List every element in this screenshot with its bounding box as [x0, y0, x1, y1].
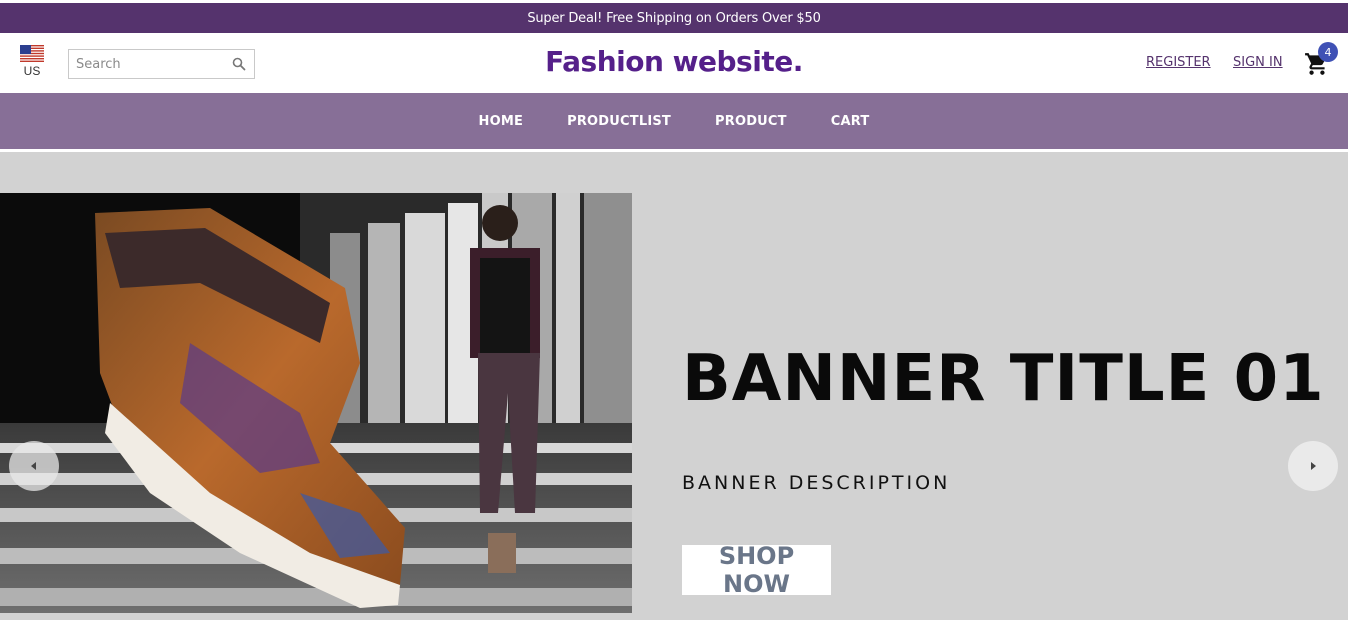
nav-item-product[interactable]: PRODUCT — [715, 114, 787, 129]
sign-in-link[interactable]: SIGN IN — [1233, 55, 1283, 70]
search-input[interactable] — [69, 50, 219, 78]
nav-item-home[interactable]: HOME — [479, 114, 524, 129]
locale-selector[interactable]: US — [18, 45, 46, 78]
carousel-prev-button[interactable] — [9, 441, 59, 491]
nav-item-productlist[interactable]: PRODUCTLIST — [567, 114, 671, 129]
search-box — [68, 49, 255, 79]
main-nav: HOME PRODUCTLIST PRODUCT CART — [0, 93, 1348, 149]
register-link[interactable]: REGISTER — [1146, 55, 1211, 70]
announcement-bar: Super Deal! Free Shipping on Orders Over… — [0, 3, 1348, 33]
site-header: US Fashion website. REGISTER SIGN IN 4 — [0, 33, 1348, 93]
shop-now-button[interactable]: SHOP NOW — [682, 542, 831, 598]
hero-banner: BANNER TITLE 01 BANNER DESCRIPTION SHOP … — [0, 152, 1348, 620]
locale-label: US — [23, 64, 41, 78]
cart-count-badge: 4 — [1318, 42, 1338, 62]
hero-image — [0, 193, 632, 613]
nav-item-cart[interactable]: CART — [831, 114, 870, 129]
us-flag-icon — [20, 45, 44, 62]
announcement-text: Super Deal! Free Shipping on Orders Over… — [527, 10, 821, 26]
carousel-next-button[interactable] — [1288, 441, 1338, 491]
chevron-left-icon — [31, 462, 36, 470]
search-icon[interactable] — [232, 57, 246, 71]
banner-description: BANNER DESCRIPTION — [682, 472, 951, 494]
chevron-right-icon — [1311, 462, 1316, 470]
banner-title: BANNER TITLE 01 — [682, 342, 1325, 416]
